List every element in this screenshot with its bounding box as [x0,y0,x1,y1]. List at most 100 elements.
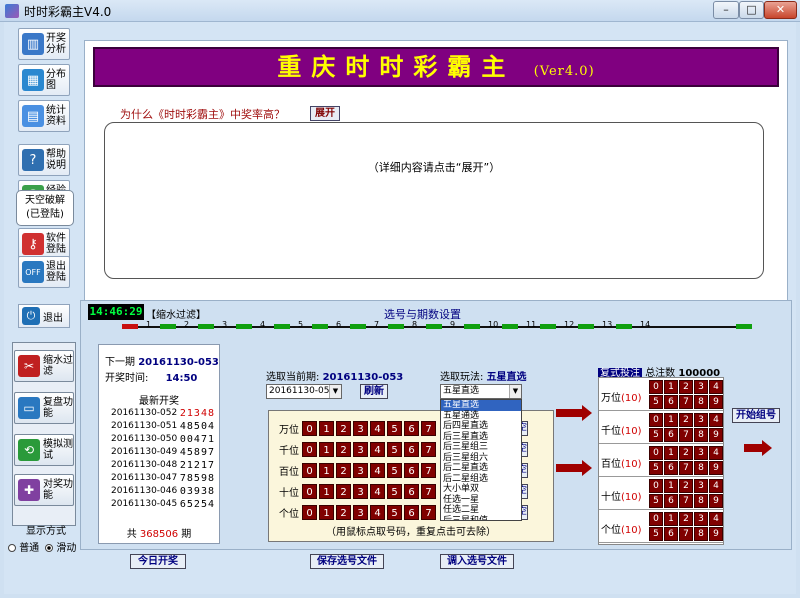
complex-digit-cell[interactable]: 2 [679,413,693,427]
complex-digit-cell[interactable]: 2 [679,479,693,493]
complex-digit-cell[interactable]: 6 [664,395,678,409]
minimize-button[interactable]: – [713,1,739,19]
complex-digit-cell[interactable]: 1 [664,380,678,394]
digit-cell[interactable]: 4 [370,484,385,499]
digit-cell[interactable]: 6 [404,505,419,520]
complex-digit-cell[interactable]: 8 [694,395,708,409]
digit-cell[interactable]: 6 [404,463,419,478]
complex-digit-cell[interactable]: 4 [709,446,723,460]
track-number[interactable]: 5 [298,320,303,329]
complex-digit-cell[interactable]: 9 [709,461,723,475]
dropdown-option[interactable]: 后三星和值 [441,516,521,521]
complex-digit-cell[interactable]: 1 [664,512,678,526]
simulate-button[interactable]: ⟲ 模拟测试 [14,434,74,466]
complex-digit-cell[interactable]: 2 [679,446,693,460]
complex-digit-cell[interactable]: 0 [649,380,663,394]
maximize-button[interactable]: □ [739,1,764,19]
replay-button[interactable]: ▭ 复盘功能 [14,392,74,424]
complex-digit-cell[interactable]: 5 [649,461,663,475]
digit-cell[interactable]: 7 [421,484,436,499]
complex-digit-cell[interactable]: 0 [649,479,663,493]
complex-digit-cell[interactable]: 9 [709,428,723,442]
digit-cell[interactable]: 4 [370,421,385,436]
complex-digit-cell[interactable]: 4 [709,380,723,394]
track-number[interactable]: 1 [146,320,151,329]
complex-digit-cell[interactable]: 5 [649,395,663,409]
track-number[interactable]: 9 [450,320,455,329]
complex-digit-cell[interactable]: 0 [649,446,663,460]
digit-cell[interactable]: 5 [387,442,402,457]
complex-digit-cell[interactable]: 3 [694,479,708,493]
digit-cell[interactable]: 2 [336,484,351,499]
complex-digit-cell[interactable]: 0 [649,413,663,427]
track-number[interactable]: 6 [336,320,341,329]
dropdown-option[interactable]: 五星直选 [441,400,521,411]
dropdown-option[interactable]: 后三星直选 [441,432,521,443]
digit-cell[interactable]: 2 [336,442,351,457]
digit-cell[interactable]: 0 [302,442,317,457]
digit-cell[interactable]: 4 [370,505,385,520]
refresh-button[interactable]: 刷新 [360,384,388,399]
digit-cell[interactable]: 5 [387,463,402,478]
radio-scroll[interactable]: 滑动 [45,539,76,554]
close-button[interactable]: ✕ [764,1,797,19]
complex-digit-cell[interactable]: 3 [694,512,708,526]
radio-normal-dot[interactable] [8,544,16,552]
complex-digit-cell[interactable]: 7 [679,461,693,475]
complex-digit-cell[interactable]: 1 [664,413,678,427]
digit-cell[interactable]: 3 [353,442,368,457]
digit-cell[interactable]: 0 [302,463,317,478]
digit-cell[interactable]: 3 [353,505,368,520]
complex-digit-cell[interactable]: 7 [679,527,693,541]
digit-cell[interactable]: 4 [370,463,385,478]
digit-cell[interactable]: 1 [319,484,334,499]
expand-button[interactable]: 展开 [310,106,340,121]
period-select[interactable]: 20161130-053 ▼ [266,384,342,399]
complex-digit-cell[interactable]: 3 [694,380,708,394]
digit-cell[interactable]: 5 [387,505,402,520]
dropdown-option[interactable]: 后二星直选 [441,463,521,474]
complex-digit-cell[interactable]: 5 [649,527,663,541]
complex-digit-cell[interactable]: 3 [694,413,708,427]
digit-cell[interactable]: 1 [319,463,334,478]
digit-cell[interactable]: 0 [302,421,317,436]
digit-cell[interactable]: 6 [404,484,419,499]
complex-digit-cell[interactable]: 4 [709,479,723,493]
shrink-filter-button[interactable]: ✂ 缩水过滤 [14,350,74,382]
complex-digit-cell[interactable]: 6 [664,428,678,442]
digit-cell[interactable]: 4 [370,442,385,457]
digit-cell[interactable]: 7 [421,505,436,520]
track-number[interactable]: 11 [526,320,536,329]
radio-scroll-dot[interactable] [45,544,54,552]
complex-digit-cell[interactable]: 7 [679,395,693,409]
digit-cell[interactable]: 3 [353,463,368,478]
dropdown-option[interactable]: 后三星组六 [441,453,521,464]
digit-cell[interactable]: 7 [421,463,436,478]
complex-digit-cell[interactable]: 1 [664,446,678,460]
complex-digit-cell[interactable]: 8 [694,461,708,475]
complex-digit-cell[interactable]: 7 [679,428,693,442]
complex-digit-cell[interactable]: 8 [694,494,708,508]
digit-cell[interactable]: 7 [421,442,436,457]
check-prize-button[interactable]: ✚ 对奖功能 [14,474,74,506]
track-number[interactable]: 13 [602,320,612,329]
track-number[interactable]: 14 [640,320,650,329]
complex-digit-cell[interactable]: 5 [649,494,663,508]
dropdown-option[interactable]: 任选一星 [441,495,521,506]
complex-digit-cell[interactable]: 2 [679,512,693,526]
complex-digit-cell[interactable]: 2 [679,380,693,394]
digit-cell[interactable]: 2 [336,463,351,478]
complex-digit-cell[interactable]: 8 [694,527,708,541]
digit-cell[interactable]: 1 [319,421,334,436]
sidebar-item-draw-analysis[interactable]: ▥ 开奖分析 [18,28,70,60]
track-number[interactable]: 12 [564,320,574,329]
sidebar-item-distribution[interactable]: ▦ 分布图 [18,64,70,96]
complex-digit-cell[interactable]: 6 [664,461,678,475]
save-selection-button[interactable]: 保存选号文件 [310,554,384,569]
track-number[interactable]: 3 [222,320,227,329]
digit-cell[interactable]: 5 [387,484,402,499]
chevron-down-icon[interactable]: ▼ [329,385,341,398]
complex-digit-cell[interactable]: 9 [709,494,723,508]
sidebar-item-help[interactable]: ? 帮助说明 [18,144,70,176]
exit-button[interactable]: ⏻ 退出 [18,304,70,328]
